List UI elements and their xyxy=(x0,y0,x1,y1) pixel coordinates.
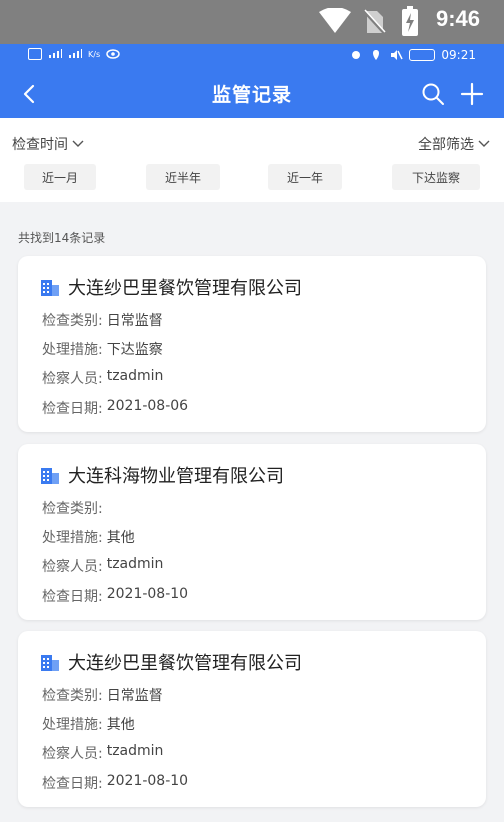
measure-row: 处理措施: 下达监察 xyxy=(42,339,163,359)
system-time: 9:46 xyxy=(436,6,481,31)
all-filter-dropdown[interactable]: 全部筛选 xyxy=(418,134,490,154)
network-speed: K/s xyxy=(88,49,101,59)
chevron-down-icon xyxy=(72,140,84,147)
category-label: 检查类别: xyxy=(42,313,103,329)
date-label: 检查日期: xyxy=(42,401,103,417)
measure-row: 处理措施: 其他 xyxy=(42,527,135,547)
eye-icon xyxy=(106,49,120,59)
company-name: 大连科海物业管理有限公司 xyxy=(68,466,284,487)
app-header: 监管记录 xyxy=(0,70,504,118)
building-icon xyxy=(41,280,59,296)
category-label: 检查类别: xyxy=(42,688,103,704)
chip-last-month[interactable]: 近一月 xyxy=(24,164,96,190)
alarm-icon xyxy=(352,51,361,59)
check-time-dropdown[interactable]: 检查时间 xyxy=(12,134,84,154)
app-status-time: 09:21 xyxy=(441,48,476,62)
mute-icon xyxy=(391,50,404,60)
battery-charging-icon xyxy=(402,6,418,36)
dual-sim-icon xyxy=(28,48,42,60)
location-icon xyxy=(373,50,380,60)
measure-row: 处理措施: 其他 xyxy=(42,714,135,734)
category-label: 检查类别: xyxy=(42,501,103,517)
add-icon[interactable] xyxy=(458,80,486,108)
all-filter-label: 全部筛选 xyxy=(418,137,474,153)
inspector-label: 检察人员: xyxy=(42,746,103,762)
date-label: 检查日期: xyxy=(42,776,103,792)
measure-value: 其他 xyxy=(106,530,135,546)
inspector-value: tzadmin xyxy=(106,556,164,572)
date-value: 2021-08-10 xyxy=(106,773,189,789)
measure-label: 处理措施: xyxy=(42,717,103,733)
chevron-down-icon xyxy=(478,140,490,147)
category-value: 日常监督 xyxy=(106,313,163,329)
company-name: 大连纱巴里餐饮管理有限公司 xyxy=(68,278,302,299)
date-value: 2021-08-06 xyxy=(106,398,189,414)
signal-icon xyxy=(69,49,82,58)
app-status-bar: K/s 09:21 xyxy=(0,44,504,70)
chip-last-half-year[interactable]: 近半年 xyxy=(146,164,220,190)
inspector-label: 检察人员: xyxy=(42,559,103,575)
battery-icon xyxy=(409,49,436,61)
record-card[interactable]: 大连纱巴里餐饮管理有限公司 检查类别: 日常监督 处理措施: 下达监察 检察人员… xyxy=(18,256,486,432)
category-row: 检查类别: 日常监督 xyxy=(42,685,163,705)
date-row: 检查日期: 2021-08-10 xyxy=(42,586,188,606)
measure-value: 下达监察 xyxy=(106,342,163,358)
company-name: 大连纱巴里餐饮管理有限公司 xyxy=(68,653,302,674)
date-row: 检查日期: 2021-08-06 xyxy=(42,398,188,418)
inspector-value: tzadmin xyxy=(106,743,164,759)
signal-icon xyxy=(49,49,62,58)
category-value: 日常监督 xyxy=(106,688,163,704)
building-icon xyxy=(41,468,59,484)
date-label: 检查日期: xyxy=(42,589,103,605)
building-icon xyxy=(41,655,59,671)
chip-last-year[interactable]: 近一年 xyxy=(268,164,342,190)
date-value: 2021-08-10 xyxy=(106,586,189,602)
wifi-icon xyxy=(319,8,351,33)
inspector-value: tzadmin xyxy=(106,368,164,384)
category-row: 检查类别: 日常监督 xyxy=(42,310,163,330)
category-row: 检查类别: xyxy=(42,498,107,518)
measure-label: 处理措施: xyxy=(42,530,103,546)
measure-label: 处理措施: xyxy=(42,342,103,358)
filter-panel: 检查时间 全部筛选 近一月 近半年 近一年 下达监察 xyxy=(0,118,504,202)
record-card[interactable]: 大连纱巴里餐饮管理有限公司 检查类别: 日常监督 处理措施: 其他 检察人员: … xyxy=(18,631,486,807)
no-sim-icon xyxy=(362,9,386,35)
inspector-row: 检察人员: tzadmin xyxy=(42,743,163,763)
inspector-row: 检察人员: tzadmin xyxy=(42,368,163,388)
result-count: 共找到14条记录 xyxy=(18,231,106,245)
search-icon[interactable] xyxy=(420,81,446,107)
record-card[interactable]: 大连科海物业管理有限公司 检查类别: 处理措施: 其他 检察人员: tzadmi… xyxy=(18,444,486,620)
measure-value: 其他 xyxy=(106,717,135,733)
inspector-label: 检察人员: xyxy=(42,371,103,387)
system-status-bar: 9:46 xyxy=(0,0,504,44)
check-time-label: 检查时间 xyxy=(12,137,68,153)
chip-issued-inspection[interactable]: 下达监察 xyxy=(392,164,480,190)
date-row: 检查日期: 2021-08-10 xyxy=(42,773,188,793)
inspector-row: 检察人员: tzadmin xyxy=(42,556,163,576)
